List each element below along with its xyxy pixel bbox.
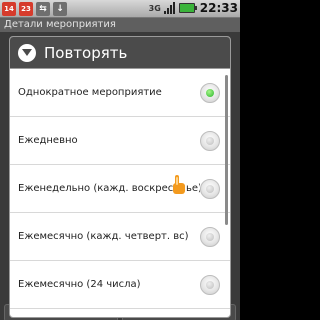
calendar-notification-icon[interactable]: 23	[19, 2, 33, 16]
touch-pointer-icon	[173, 175, 185, 194]
dialog-header: Повторять	[10, 37, 230, 69]
signal-icon	[163, 2, 176, 14]
option-weekly[interactable]: Еженедельно (кажд. воскресенье)	[10, 165, 230, 213]
repeat-options-list[interactable]: Однократное мероприятие Ежедневно Еженед…	[10, 69, 230, 317]
radio-button[interactable]	[200, 130, 220, 151]
option-label: Ежемесячно (кажд. четверт. вс)	[18, 231, 189, 242]
dropdown-arrow-icon	[18, 43, 36, 62]
download-icon[interactable]: ↓	[53, 2, 67, 16]
radio-button[interactable]	[200, 274, 220, 295]
usb-icon[interactable]: ⇆	[36, 2, 50, 16]
radio-button-checked[interactable]	[200, 82, 220, 103]
option-label: Ежемесячно (24 числа)	[18, 279, 141, 290]
option-monthly-date[interactable]: Ежемесячно (24 числа)	[10, 261, 230, 309]
option-monthly-weekday[interactable]: Ежемесячно (кажд. четверт. вс)	[10, 213, 230, 261]
repeat-dialog: Повторять Однократное мероприятие Ежедне…	[9, 36, 231, 318]
radio-button[interactable]	[200, 226, 220, 247]
battery-icon	[178, 3, 197, 13]
dialog-title: Повторять	[44, 43, 128, 62]
status-bar: 14 23 ⇆ ↓ 3G 22:33	[0, 0, 240, 18]
clock: 22:33	[199, 1, 238, 15]
background-title: Детали мероприятия	[0, 18, 240, 32]
option-label: Однократное мероприятие	[18, 87, 162, 98]
calendar-notification-icon[interactable]: 14	[2, 2, 16, 16]
network-type: 3G	[148, 3, 161, 13]
scrollbar[interactable]	[225, 75, 228, 225]
option-once[interactable]: Однократное мероприятие	[10, 69, 230, 117]
option-label: Ежедневно	[18, 135, 78, 146]
radio-button[interactable]	[200, 178, 220, 199]
option-daily[interactable]: Ежедневно	[10, 117, 230, 165]
